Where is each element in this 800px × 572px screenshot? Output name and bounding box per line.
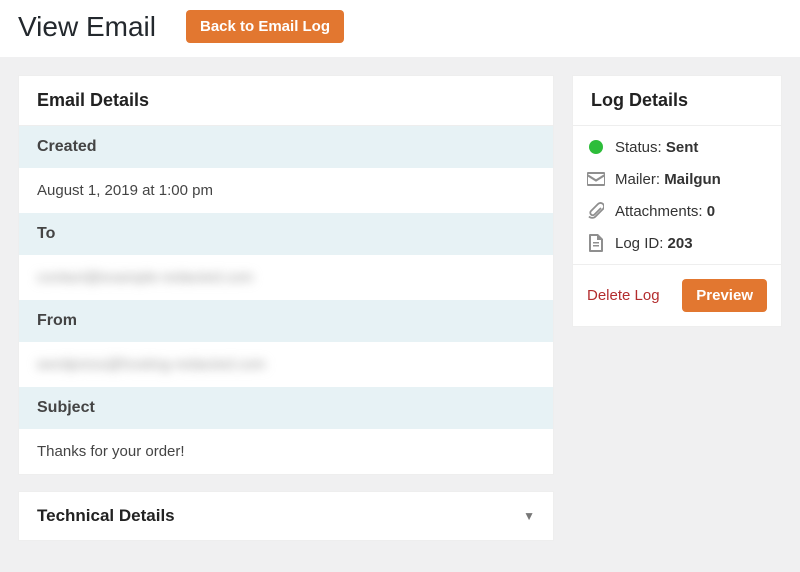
mailer-value: Mailgun xyxy=(664,171,721,188)
subject-value: Thanks for your order! xyxy=(19,429,553,474)
document-icon xyxy=(587,234,605,252)
email-details-title: Email Details xyxy=(19,76,553,126)
envelope-icon xyxy=(587,170,605,188)
technical-details-toggle[interactable]: Technical Details ▼ xyxy=(18,491,554,541)
created-value: August 1, 2019 at 1:00 pm xyxy=(19,168,553,213)
logid-label: Log ID: xyxy=(615,235,668,252)
to-value: contact@example-redacted.com xyxy=(19,255,553,300)
log-details-list: Status: Sent Mailer: Mailgun xyxy=(573,126,781,265)
preview-button[interactable]: Preview xyxy=(682,279,767,312)
status-value: Sent xyxy=(666,139,699,156)
page-header: View Email Back to Email Log xyxy=(0,0,800,57)
log-row-attachments: Attachments: 0 xyxy=(587,202,767,220)
logid-value: 203 xyxy=(668,235,693,252)
log-actions: Delete Log Preview xyxy=(573,265,781,326)
delete-log-button[interactable]: Delete Log xyxy=(587,287,660,304)
to-value-text: contact@example-redacted.com xyxy=(37,269,253,286)
from-label: From xyxy=(19,300,553,342)
status-text: Status: Sent xyxy=(615,139,698,156)
mailer-text: Mailer: Mailgun xyxy=(615,171,721,188)
log-row-status: Status: Sent xyxy=(587,138,767,156)
main-column: Email Details Created August 1, 2019 at … xyxy=(18,75,554,541)
log-details-card: Log Details Status: Sent Mailer: Mailgun xyxy=(572,75,782,327)
attachments-value: 0 xyxy=(707,203,715,220)
created-label: Created xyxy=(19,126,553,168)
paperclip-icon xyxy=(587,202,605,220)
log-row-mailer: Mailer: Mailgun xyxy=(587,170,767,188)
sidebar-column: Log Details Status: Sent Mailer: Mailgun xyxy=(572,75,782,327)
mailer-label: Mailer: xyxy=(615,171,664,188)
back-to-email-log-button[interactable]: Back to Email Log xyxy=(186,10,344,43)
logid-text: Log ID: 203 xyxy=(615,235,693,252)
to-label: To xyxy=(19,213,553,255)
log-row-logid: Log ID: 203 xyxy=(587,234,767,252)
log-details-title: Log Details xyxy=(573,76,781,126)
chevron-down-icon: ▼ xyxy=(523,509,535,523)
page-title: View Email xyxy=(18,11,156,43)
from-value-text: wordpress@hosting-redacted.com xyxy=(37,356,266,373)
content-area: Email Details Created August 1, 2019 at … xyxy=(0,57,800,559)
status-label: Status: xyxy=(615,139,666,156)
from-value: wordpress@hosting-redacted.com xyxy=(19,342,553,387)
attachments-text: Attachments: 0 xyxy=(615,203,715,220)
email-details-card: Email Details Created August 1, 2019 at … xyxy=(18,75,554,475)
attachments-label: Attachments: xyxy=(615,203,707,220)
technical-details-title: Technical Details xyxy=(37,506,175,526)
status-dot-icon xyxy=(587,138,605,156)
subject-label: Subject xyxy=(19,387,553,429)
